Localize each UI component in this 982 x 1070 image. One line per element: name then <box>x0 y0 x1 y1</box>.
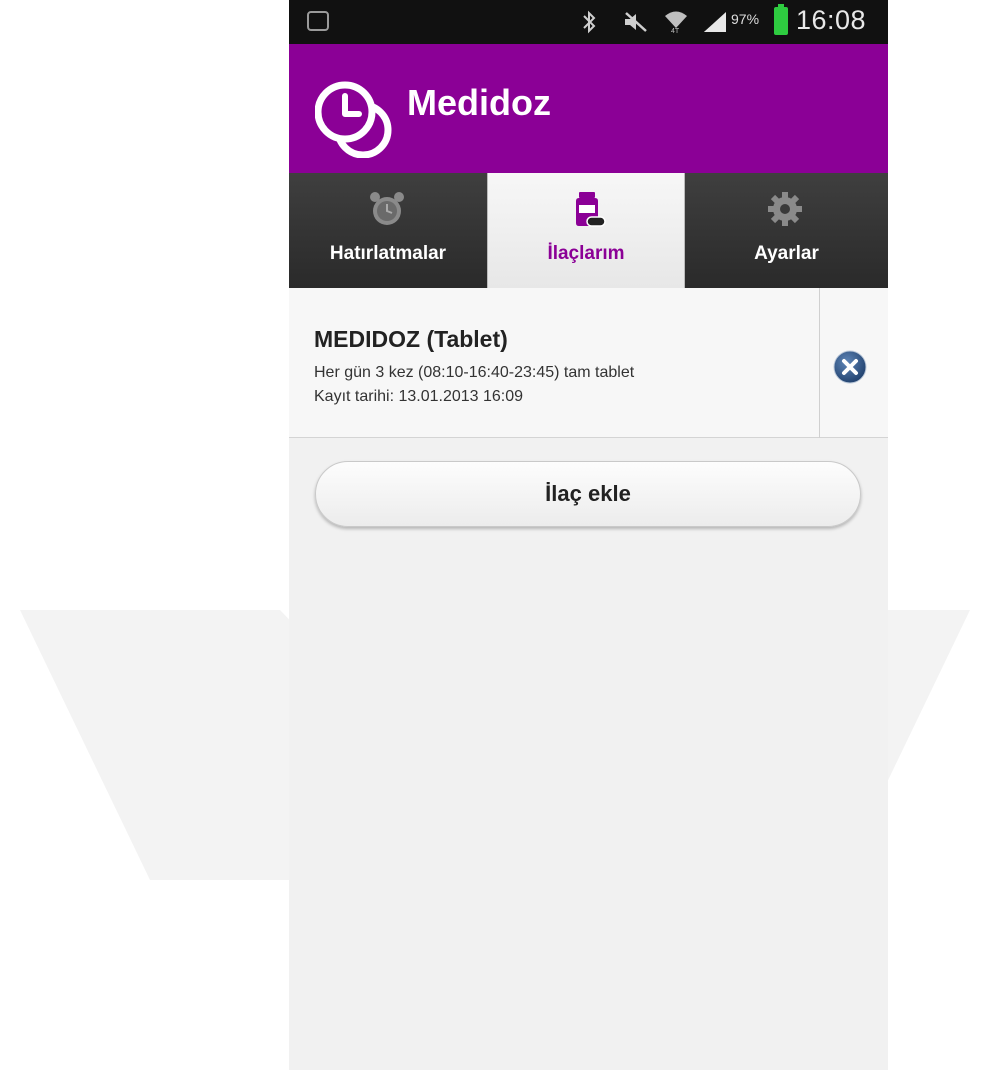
tab-my-medicines-label: İlaçlarım <box>547 243 625 264</box>
app-header: Medidoz <box>289 44 888 173</box>
wifi-icon: 4T <box>665 11 687 34</box>
add-medicine-button[interactable]: İlaç ekle <box>315 461 861 527</box>
medication-schedule: Her gün 3 kez (08:10-16:40-23:45) tam ta… <box>314 364 635 381</box>
signal-icon <box>704 12 726 32</box>
status-bar: 4T 97% 16:08 <box>289 0 888 44</box>
svg-text:4T: 4T <box>671 28 680 34</box>
alarm-clock-icon <box>370 192 404 225</box>
medicine-bottle-icon <box>576 192 606 227</box>
medication-registered-date: Kayıt tarihi: 13.01.2013 16:09 <box>314 388 524 405</box>
phone-screen: 4T 97% 16:08 Medidoz Hatırlatmalar İlaçl… <box>289 0 888 1070</box>
tab-reminders[interactable]: Hatırlatmalar <box>289 173 487 288</box>
notification-icon <box>307 11 329 31</box>
status-time: 16:08 <box>796 5 867 35</box>
item-divider <box>819 288 820 438</box>
battery-percent: 97% <box>731 11 760 27</box>
bluetooth-icon <box>583 10 596 34</box>
medication-list-item[interactable]: MEDIDOZ (Tablet) Her gün 3 kez (08:10-16… <box>289 288 888 438</box>
mute-icon <box>625 12 647 32</box>
tab-settings[interactable]: Ayarlar <box>685 173 888 288</box>
tab-reminders-label: Hatırlatmalar <box>329 243 447 264</box>
tab-settings-label: Ayarlar <box>754 243 819 264</box>
medidoz-logo-icon <box>315 81 392 158</box>
tab-bar: Hatırlatmalar İlaçlarım Ayarlar <box>289 173 888 288</box>
tab-my-medicines[interactable]: İlaçlarım <box>487 173 685 288</box>
gear-icon <box>768 192 802 226</box>
battery-icon <box>774 4 788 35</box>
delete-medication-button[interactable] <box>833 350 867 384</box>
medication-title: MEDIDOZ (Tablet) <box>314 326 508 352</box>
app-title: Medidoz <box>407 82 551 123</box>
